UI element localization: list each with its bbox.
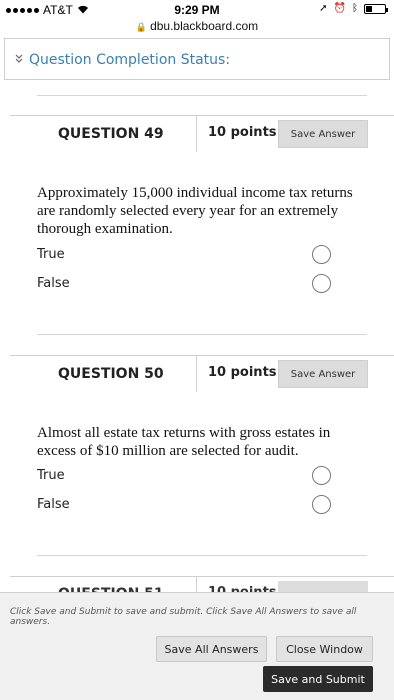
divider bbox=[37, 95, 367, 96]
lock-icon: 🔒 bbox=[135, 22, 148, 32]
bluetooth-icon: ᛒ bbox=[352, 3, 358, 14]
answer-label-false: False bbox=[37, 497, 70, 512]
answer-label-false: False bbox=[37, 276, 70, 291]
question-text: Approximately 15,000 individual income t… bbox=[37, 185, 353, 237]
status-icons: ➚ ⏰ ᛒ bbox=[319, 3, 388, 14]
divider bbox=[37, 334, 367, 335]
double-chevron-down-icon bbox=[15, 54, 23, 65]
divider bbox=[37, 555, 367, 556]
radio-false[interactable] bbox=[312, 495, 331, 514]
location-icon: ➚ bbox=[319, 3, 328, 14]
ios-status-bar: AT&T 9:29 PM ➚ ⏰ ᛒ bbox=[0, 0, 394, 20]
question-title: QUESTION 49 bbox=[58, 126, 164, 142]
question-completion-status[interactable]: Question Completion Status: bbox=[4, 38, 390, 80]
alarm-icon: ⏰ bbox=[333, 3, 346, 14]
radio-false[interactable] bbox=[312, 274, 331, 293]
submit-instructions: Click Save and Submit to save and submit… bbox=[10, 607, 357, 627]
question-header: QUESTION 49 10 points Save Answer bbox=[10, 115, 394, 152]
answer-label-true: True bbox=[37, 468, 65, 483]
question-header: QUESTION 50 10 points Save Answer bbox=[10, 355, 394, 392]
radio-true[interactable] bbox=[312, 245, 331, 264]
save-answer-button[interactable]: Save Answer bbox=[278, 360, 368, 388]
question-text: Almost all estate tax returns with gross… bbox=[37, 425, 331, 459]
close-window-button[interactable]: Close Window bbox=[276, 636, 373, 662]
address-bar[interactable]: 🔒 dbu.blackboard.com bbox=[0, 19, 394, 33]
header-divider bbox=[196, 356, 197, 392]
save-and-submit-button[interactable]: Save and Submit bbox=[263, 666, 373, 692]
url-text: dbu.blackboard.com bbox=[150, 19, 259, 33]
question-points: 10 points bbox=[208, 365, 277, 380]
answer-label-true: True bbox=[37, 247, 65, 262]
radio-true[interactable] bbox=[312, 466, 331, 485]
battery-icon bbox=[364, 3, 388, 14]
submission-footer: Click Save and Submit to save and submit… bbox=[0, 592, 394, 700]
question-points: 10 points bbox=[208, 125, 277, 140]
save-answer-button[interactable]: Save Answer bbox=[278, 120, 368, 148]
question-title: QUESTION 50 bbox=[58, 366, 164, 382]
header-divider bbox=[196, 116, 197, 152]
completion-status-label: Question Completion Status: bbox=[29, 52, 231, 68]
save-all-answers-button[interactable]: Save All Answers bbox=[156, 636, 267, 662]
